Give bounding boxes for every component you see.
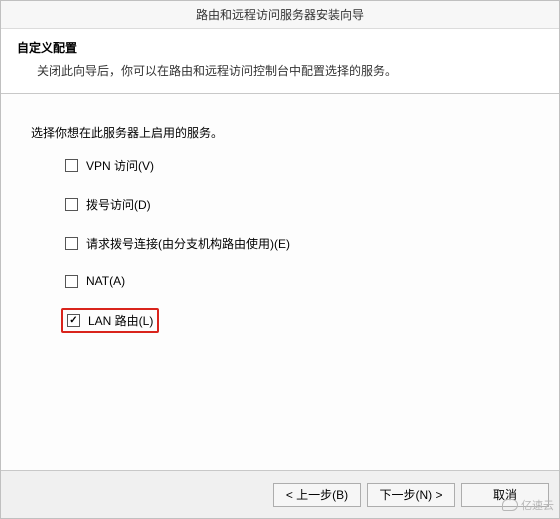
option-label: LAN 路由(L) <box>88 312 153 329</box>
wizard-window: 路由和远程访问服务器安装向导 自定义配置 关闭此向导后，你可以在路由和远程访问控… <box>0 0 560 519</box>
cancel-button[interactable]: 取消 <box>461 483 549 507</box>
window-title: 路由和远程访问服务器安装向导 <box>196 6 364 23</box>
button-bar: < 上一步(B) 下一步(N) > 取消 <box>1 470 559 518</box>
checkbox-icon <box>65 237 78 250</box>
option-nat[interactable]: NAT(A) <box>61 272 129 290</box>
page-description: 关闭此向导后，你可以在路由和远程访问控制台中配置选择的服务。 <box>37 62 543 79</box>
option-label: NAT(A) <box>86 274 125 288</box>
option-label: 拨号访问(D) <box>86 196 151 213</box>
wizard-content: 选择你想在此服务器上启用的服务。 VPN 访问(V) 拨号访问(D) 请求拨号连… <box>1 94 559 470</box>
options-group: VPN 访问(V) 拨号访问(D) 请求拨号连接(由分支机构路由使用)(E) N… <box>61 155 529 333</box>
title-bar: 路由和远程访问服务器安装向导 <box>1 1 559 29</box>
option-demand-dial[interactable]: 请求拨号连接(由分支机构路由使用)(E) <box>61 233 294 254</box>
option-dialup-access[interactable]: 拨号访问(D) <box>61 194 155 215</box>
checkbox-icon <box>67 314 80 327</box>
checkbox-icon <box>65 198 78 211</box>
selection-prompt: 选择你想在此服务器上启用的服务。 <box>31 124 529 141</box>
option-vpn-access[interactable]: VPN 访问(V) <box>61 155 158 176</box>
back-button[interactable]: < 上一步(B) <box>273 483 361 507</box>
option-label: VPN 访问(V) <box>86 157 154 174</box>
next-button[interactable]: 下一步(N) > <box>367 483 455 507</box>
checkbox-icon <box>65 159 78 172</box>
wizard-header: 自定义配置 关闭此向导后，你可以在路由和远程访问控制台中配置选择的服务。 <box>1 29 559 94</box>
option-lan-routing[interactable]: LAN 路由(L) <box>61 308 159 333</box>
checkbox-icon <box>65 275 78 288</box>
option-label: 请求拨号连接(由分支机构路由使用)(E) <box>86 235 290 252</box>
page-title: 自定义配置 <box>17 39 543 56</box>
